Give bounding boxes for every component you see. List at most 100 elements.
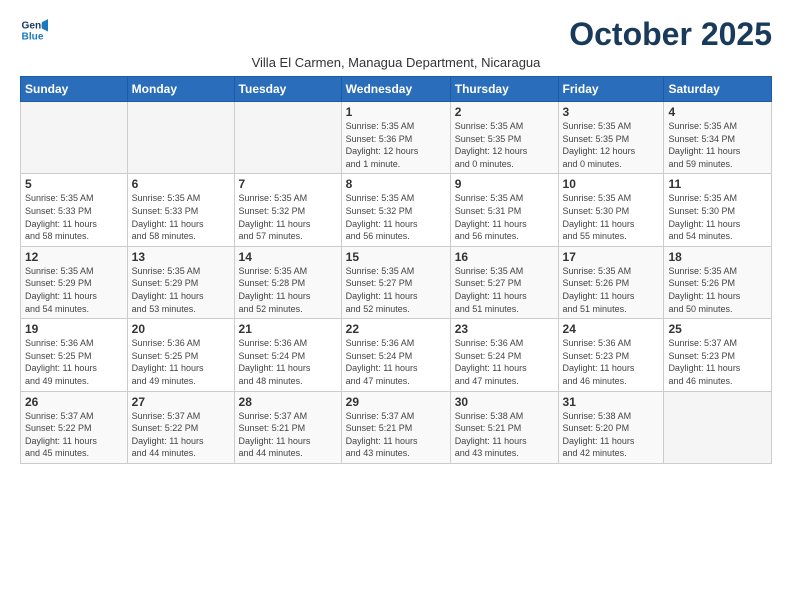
cell-content: Sunrise: 5:35 AM Sunset: 5:32 PM Dayligh… <box>346 192 446 242</box>
day-number: 11 <box>668 177 767 191</box>
day-number: 31 <box>563 395 660 409</box>
day-number: 12 <box>25 250 123 264</box>
col-header-thursday: Thursday <box>450 77 558 102</box>
week-row-1: 1Sunrise: 5:35 AM Sunset: 5:36 PM Daylig… <box>21 102 772 174</box>
calendar-cell: 20Sunrise: 5:36 AM Sunset: 5:25 PM Dayli… <box>127 319 234 391</box>
day-number: 6 <box>132 177 230 191</box>
day-number: 5 <box>25 177 123 191</box>
day-number: 4 <box>668 105 767 119</box>
cell-content: Sunrise: 5:35 AM Sunset: 5:35 PM Dayligh… <box>455 120 554 170</box>
cell-content: Sunrise: 5:38 AM Sunset: 5:21 PM Dayligh… <box>455 410 554 460</box>
cell-content: Sunrise: 5:36 AM Sunset: 5:23 PM Dayligh… <box>563 337 660 387</box>
day-number: 20 <box>132 322 230 336</box>
calendar-cell: 6Sunrise: 5:35 AM Sunset: 5:33 PM Daylig… <box>127 174 234 246</box>
header: General Blue October 2025 <box>20 16 772 53</box>
cell-content: Sunrise: 5:35 AM Sunset: 5:35 PM Dayligh… <box>563 120 660 170</box>
page: General Blue October 2025 Villa El Carme… <box>0 0 792 612</box>
cell-content: Sunrise: 5:35 AM Sunset: 5:29 PM Dayligh… <box>25 265 123 315</box>
day-number: 10 <box>563 177 660 191</box>
calendar-cell: 18Sunrise: 5:35 AM Sunset: 5:26 PM Dayli… <box>664 246 772 318</box>
cell-content: Sunrise: 5:37 AM Sunset: 5:22 PM Dayligh… <box>25 410 123 460</box>
cell-content: Sunrise: 5:35 AM Sunset: 5:27 PM Dayligh… <box>455 265 554 315</box>
calendar-cell: 5Sunrise: 5:35 AM Sunset: 5:33 PM Daylig… <box>21 174 128 246</box>
header-row: SundayMondayTuesdayWednesdayThursdayFrid… <box>21 77 772 102</box>
calendar-cell: 26Sunrise: 5:37 AM Sunset: 5:22 PM Dayli… <box>21 391 128 463</box>
cell-content: Sunrise: 5:35 AM Sunset: 5:27 PM Dayligh… <box>346 265 446 315</box>
calendar-cell: 30Sunrise: 5:38 AM Sunset: 5:21 PM Dayli… <box>450 391 558 463</box>
cell-content: Sunrise: 5:38 AM Sunset: 5:20 PM Dayligh… <box>563 410 660 460</box>
calendar-cell <box>21 102 128 174</box>
day-number: 24 <box>563 322 660 336</box>
cell-content: Sunrise: 5:35 AM Sunset: 5:30 PM Dayligh… <box>668 192 767 242</box>
day-number: 1 <box>346 105 446 119</box>
logo-icon: General Blue <box>20 16 48 44</box>
calendar-cell: 10Sunrise: 5:35 AM Sunset: 5:30 PM Dayli… <box>558 174 664 246</box>
calendar-cell: 23Sunrise: 5:36 AM Sunset: 5:24 PM Dayli… <box>450 319 558 391</box>
calendar-cell: 25Sunrise: 5:37 AM Sunset: 5:23 PM Dayli… <box>664 319 772 391</box>
calendar-cell: 27Sunrise: 5:37 AM Sunset: 5:22 PM Dayli… <box>127 391 234 463</box>
calendar-cell: 31Sunrise: 5:38 AM Sunset: 5:20 PM Dayli… <box>558 391 664 463</box>
calendar-cell: 9Sunrise: 5:35 AM Sunset: 5:31 PM Daylig… <box>450 174 558 246</box>
day-number: 16 <box>455 250 554 264</box>
week-row-4: 19Sunrise: 5:36 AM Sunset: 5:25 PM Dayli… <box>21 319 772 391</box>
cell-content: Sunrise: 5:37 AM Sunset: 5:21 PM Dayligh… <box>346 410 446 460</box>
calendar-table: SundayMondayTuesdayWednesdayThursdayFrid… <box>20 76 772 464</box>
col-header-sunday: Sunday <box>21 77 128 102</box>
col-header-wednesday: Wednesday <box>341 77 450 102</box>
week-row-5: 26Sunrise: 5:37 AM Sunset: 5:22 PM Dayli… <box>21 391 772 463</box>
calendar-cell: 17Sunrise: 5:35 AM Sunset: 5:26 PM Dayli… <box>558 246 664 318</box>
cell-content: Sunrise: 5:37 AM Sunset: 5:21 PM Dayligh… <box>239 410 337 460</box>
calendar-cell: 14Sunrise: 5:35 AM Sunset: 5:28 PM Dayli… <box>234 246 341 318</box>
calendar-cell: 4Sunrise: 5:35 AM Sunset: 5:34 PM Daylig… <box>664 102 772 174</box>
cell-content: Sunrise: 5:35 AM Sunset: 5:28 PM Dayligh… <box>239 265 337 315</box>
cell-content: Sunrise: 5:35 AM Sunset: 5:31 PM Dayligh… <box>455 192 554 242</box>
col-header-saturday: Saturday <box>664 77 772 102</box>
day-number: 18 <box>668 250 767 264</box>
cell-content: Sunrise: 5:35 AM Sunset: 5:30 PM Dayligh… <box>563 192 660 242</box>
day-number: 29 <box>346 395 446 409</box>
cell-content: Sunrise: 5:35 AM Sunset: 5:36 PM Dayligh… <box>346 120 446 170</box>
day-number: 23 <box>455 322 554 336</box>
cell-content: Sunrise: 5:36 AM Sunset: 5:24 PM Dayligh… <box>455 337 554 387</box>
cell-content: Sunrise: 5:37 AM Sunset: 5:22 PM Dayligh… <box>132 410 230 460</box>
day-number: 15 <box>346 250 446 264</box>
day-number: 9 <box>455 177 554 191</box>
cell-content: Sunrise: 5:36 AM Sunset: 5:24 PM Dayligh… <box>346 337 446 387</box>
calendar-cell: 7Sunrise: 5:35 AM Sunset: 5:32 PM Daylig… <box>234 174 341 246</box>
day-number: 26 <box>25 395 123 409</box>
day-number: 7 <box>239 177 337 191</box>
day-number: 13 <box>132 250 230 264</box>
calendar-cell: 3Sunrise: 5:35 AM Sunset: 5:35 PM Daylig… <box>558 102 664 174</box>
cell-content: Sunrise: 5:35 AM Sunset: 5:29 PM Dayligh… <box>132 265 230 315</box>
calendar-cell: 16Sunrise: 5:35 AM Sunset: 5:27 PM Dayli… <box>450 246 558 318</box>
calendar-cell <box>664 391 772 463</box>
calendar-cell: 28Sunrise: 5:37 AM Sunset: 5:21 PM Dayli… <box>234 391 341 463</box>
calendar-cell: 1Sunrise: 5:35 AM Sunset: 5:36 PM Daylig… <box>341 102 450 174</box>
col-header-friday: Friday <box>558 77 664 102</box>
calendar-cell: 22Sunrise: 5:36 AM Sunset: 5:24 PM Dayli… <box>341 319 450 391</box>
col-header-tuesday: Tuesday <box>234 77 341 102</box>
cell-content: Sunrise: 5:35 AM Sunset: 5:26 PM Dayligh… <box>563 265 660 315</box>
week-row-3: 12Sunrise: 5:35 AM Sunset: 5:29 PM Dayli… <box>21 246 772 318</box>
cell-content: Sunrise: 5:35 AM Sunset: 5:33 PM Dayligh… <box>132 192 230 242</box>
day-number: 22 <box>346 322 446 336</box>
day-number: 3 <box>563 105 660 119</box>
calendar-cell: 12Sunrise: 5:35 AM Sunset: 5:29 PM Dayli… <box>21 246 128 318</box>
day-number: 14 <box>239 250 337 264</box>
cell-content: Sunrise: 5:36 AM Sunset: 5:25 PM Dayligh… <box>25 337 123 387</box>
svg-text:Blue: Blue <box>22 31 44 42</box>
day-number: 8 <box>346 177 446 191</box>
col-header-monday: Monday <box>127 77 234 102</box>
cell-content: Sunrise: 5:35 AM Sunset: 5:26 PM Dayligh… <box>668 265 767 315</box>
logo: General Blue <box>20 16 48 44</box>
calendar-cell: 2Sunrise: 5:35 AM Sunset: 5:35 PM Daylig… <box>450 102 558 174</box>
cell-content: Sunrise: 5:36 AM Sunset: 5:25 PM Dayligh… <box>132 337 230 387</box>
cell-content: Sunrise: 5:36 AM Sunset: 5:24 PM Dayligh… <box>239 337 337 387</box>
cell-content: Sunrise: 5:35 AM Sunset: 5:34 PM Dayligh… <box>668 120 767 170</box>
day-number: 30 <box>455 395 554 409</box>
day-number: 28 <box>239 395 337 409</box>
calendar-cell <box>127 102 234 174</box>
week-row-2: 5 Sunrise: 5:35 AM Sunset: 5:33 PM Daylig… <box>21 174 772 246</box>
calendar-cell <box>234 102 341 174</box>
day-number: 2 <box>455 105 554 119</box>
